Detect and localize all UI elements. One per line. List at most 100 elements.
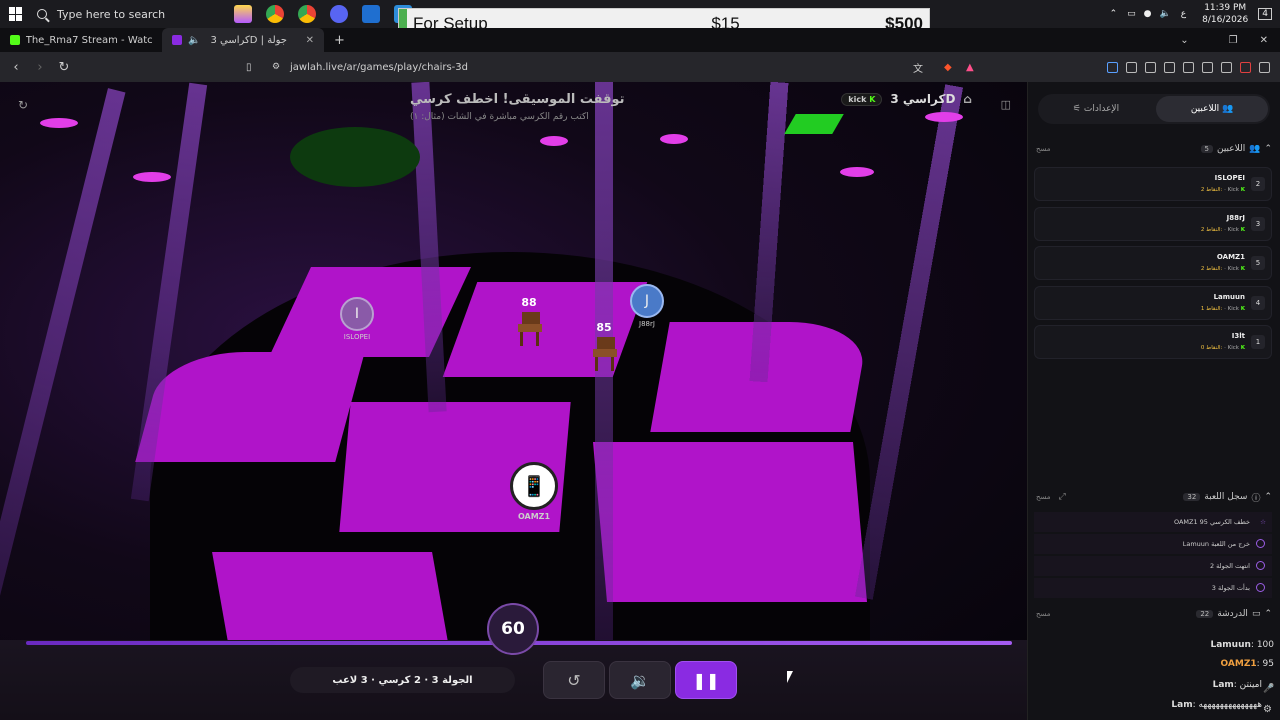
- tab-players[interactable]: اللاعبين 👥: [1156, 96, 1268, 122]
- music-icon[interactable]: [1145, 61, 1156, 73]
- board-player: J J88rJ: [630, 284, 664, 328]
- player-row[interactable]: J88rJ 2 النقاط: · Kick K 3: [1034, 207, 1272, 241]
- player-points: 2: [1200, 187, 1205, 193]
- clear-log-button[interactable]: مسح: [1036, 493, 1051, 501]
- light-disc: [133, 172, 171, 182]
- language-indicator[interactable]: ع: [1181, 9, 1186, 19]
- search-placeholder: Type here to search: [57, 7, 166, 21]
- player-meta: 0 النقاط: · Kick K: [1200, 345, 1245, 351]
- player-rank: 2: [1251, 177, 1265, 191]
- player-name: ISLOPEI: [343, 333, 371, 341]
- tab-audio-icon[interactable]: 🔈: [188, 35, 200, 46]
- points-label: النقاط:: [1206, 266, 1223, 272]
- green-block: [784, 114, 844, 134]
- clear-players-button[interactable]: مسح: [1036, 145, 1051, 153]
- leo-icon[interactable]: [1202, 61, 1213, 73]
- chrome-icon-2[interactable]: [298, 5, 316, 23]
- tab-list-chevron-icon[interactable]: ⌄: [1180, 35, 1188, 46]
- tab-kick-stream[interactable]: The_Rma7 Stream - Watch Live on Ki: [0, 28, 162, 52]
- clear-chat-button[interactable]: مسح: [1036, 610, 1051, 618]
- tab-chairs-game[interactable]: 🔈 كراسي 3D | جولة ✕: [162, 28, 324, 52]
- windows-start-icon[interactable]: [9, 7, 23, 21]
- mic-icon[interactable]: 🎤: [1263, 684, 1274, 694]
- discord-icon[interactable]: [330, 5, 348, 23]
- player-avatar: I: [340, 297, 374, 331]
- chat-text: امينتن: [1239, 680, 1262, 690]
- network-icon[interactable]: ▭: [1127, 9, 1136, 19]
- notification-badge[interactable]: 4: [1258, 8, 1272, 20]
- close-tab-icon[interactable]: ✕: [306, 35, 314, 46]
- log-entry: بدأت الجولة 3: [1034, 578, 1272, 598]
- chat-user: Lam: [1212, 680, 1234, 690]
- extension-icon[interactable]: [1107, 61, 1118, 73]
- mouse-cursor: [787, 671, 793, 683]
- expand-icon[interactable]: ⤢: [1059, 492, 1066, 502]
- translate-icon[interactable]: 文: [913, 60, 923, 75]
- back-icon[interactable]: ‹: [8, 60, 24, 75]
- player-points: 0: [1200, 345, 1205, 351]
- chevron-up-icon[interactable]: ⌃: [1264, 609, 1272, 619]
- sidebar-icon[interactable]: [1164, 61, 1175, 73]
- site-info-icon[interactable]: ⚙: [272, 62, 280, 72]
- copilot-icon[interactable]: [234, 5, 252, 23]
- url-field[interactable]: jawlah.live/ar/games/play/chairs-3d: [290, 62, 468, 73]
- reload-icon[interactable]: ↻: [56, 60, 72, 75]
- panel-tabs: ⚟ الإعدادات اللاعبين 👥: [1038, 94, 1270, 124]
- points-label: النقاط:: [1206, 187, 1223, 193]
- board-player: 📱 OAMZ1: [510, 462, 558, 521]
- extensions-bar: [1107, 52, 1270, 82]
- chat-section-title: الدردشة: [1217, 609, 1248, 619]
- chevron-up-icon[interactable]: ⌃: [1264, 492, 1272, 502]
- sound-button[interactable]: 🔉: [609, 661, 671, 699]
- clock[interactable]: 11:39 PM 8/16/2026: [1202, 2, 1248, 26]
- forward-icon[interactable]: ›: [32, 60, 48, 75]
- chat-message: Lam: ههههههههههههههه: [1171, 700, 1262, 710]
- app-icon[interactable]: [362, 5, 380, 23]
- log-section-title: سجل اللعبة: [1204, 492, 1248, 502]
- menu-icon[interactable]: [1259, 61, 1270, 73]
- restore-window-icon[interactable]: ❐: [1229, 35, 1238, 46]
- chair-number: 85: [596, 321, 612, 334]
- game-title: كراسي 3D: [890, 92, 956, 106]
- player-avatar: J: [630, 284, 664, 318]
- pause-button[interactable]: ❚❚: [675, 661, 737, 699]
- player-row[interactable]: I3lt 0 النقاط: · Kick K 1: [1034, 325, 1272, 359]
- chrome-icon[interactable]: [266, 5, 284, 23]
- restart-icon: ↺: [567, 670, 581, 690]
- settings-gear-icon[interactable]: ⚙: [1263, 704, 1272, 715]
- volume-icon[interactable]: 🔈: [1160, 9, 1171, 19]
- panel-toggle-icon[interactable]: ◫: [1001, 98, 1011, 111]
- player-row[interactable]: OAMZ1 2 النقاط: · Kick K 5: [1034, 246, 1272, 280]
- close-window-icon[interactable]: ✕: [1260, 35, 1268, 46]
- chevron-up-icon[interactable]: ⌃: [1264, 144, 1272, 154]
- new-tab-button[interactable]: +: [334, 33, 345, 48]
- chevron-up-icon[interactable]: ⌃: [1110, 9, 1118, 19]
- players-section-header: مسح 5 اللاعبين 👥 ⌃: [1036, 141, 1272, 157]
- points-label: النقاط:: [1206, 306, 1223, 312]
- flag-icon[interactable]: [1240, 61, 1251, 73]
- refresh-game-icon[interactable]: ↻: [18, 98, 28, 112]
- player-row[interactable]: ISLOPEI 2 النقاط: · Kick K 2: [1034, 167, 1272, 201]
- system-tray: ⌃ ▭ ● 🔈 ع 11:39 PM 8/16/2026 4: [1104, 0, 1280, 28]
- mic-icon[interactable]: ●: [1144, 9, 1152, 19]
- player-name: J88rJ: [1226, 214, 1245, 222]
- board-tile: [212, 552, 448, 642]
- kick-icon: K: [1240, 345, 1245, 351]
- puzzle-icon[interactable]: [1126, 61, 1137, 73]
- light-disc: [540, 136, 568, 146]
- brave-rewards-icon[interactable]: ▲: [966, 62, 974, 73]
- player-name: Lamuun: [1213, 293, 1245, 301]
- brave-shield-icon[interactable]: ◆: [944, 62, 952, 73]
- players-section-title: اللاعبين: [1216, 144, 1246, 154]
- player-row[interactable]: Lamuun 1 النقاط: · Kick K 4: [1034, 286, 1272, 320]
- restart-button[interactable]: ↺: [543, 661, 605, 699]
- tab-settings[interactable]: ⚟ الإعدادات: [1040, 96, 1152, 122]
- kick-label: kick: [848, 94, 867, 104]
- info-icon: ⓘ: [1251, 493, 1261, 504]
- vpn-icon[interactable]: [1221, 61, 1232, 73]
- home-icon[interactable]: ⌂: [963, 92, 972, 106]
- log-entry: انتهت الجولة 2: [1034, 556, 1272, 576]
- wallet-icon[interactable]: [1183, 61, 1194, 73]
- bookmark-icon[interactable]: ▯: [246, 62, 252, 73]
- taskbar-search[interactable]: Type here to search: [37, 0, 227, 28]
